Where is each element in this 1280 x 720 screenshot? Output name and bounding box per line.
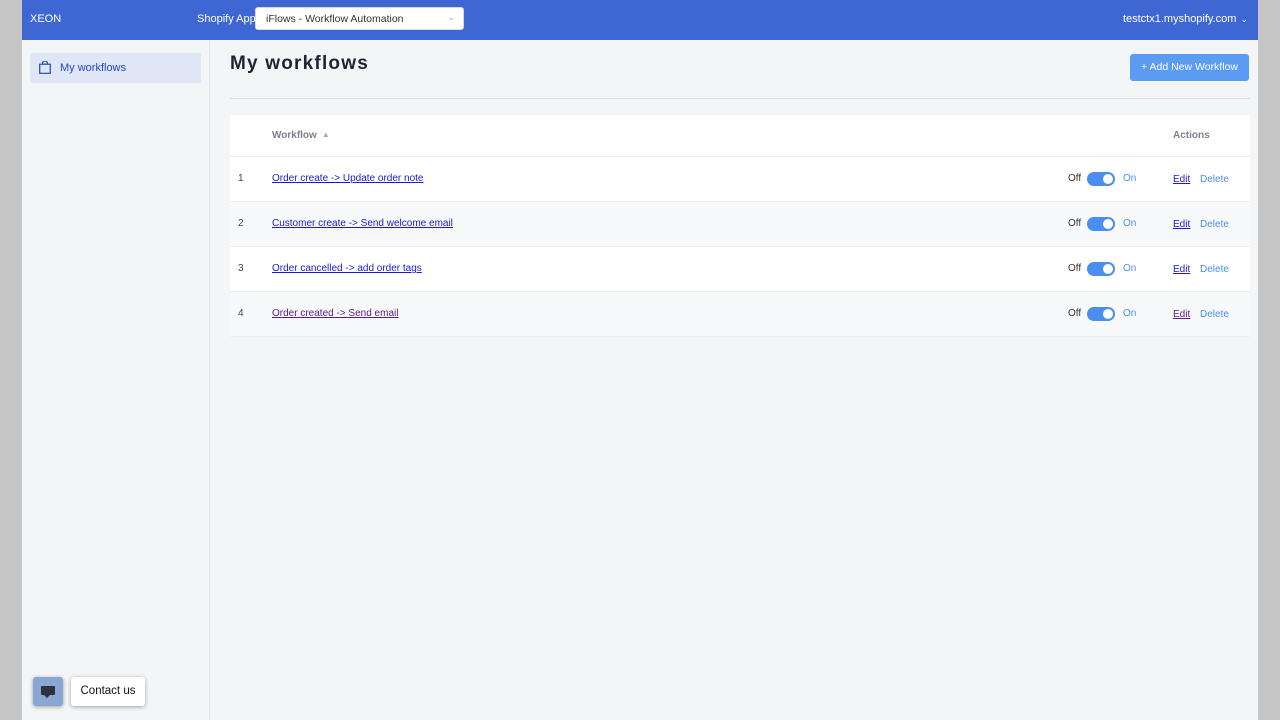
store-menu[interactable]: testctx1.myshopify.com ⌄	[1123, 13, 1248, 25]
delete-link[interactable]: Delete	[1200, 264, 1229, 275]
toggle-on-label: On	[1123, 263, 1137, 274]
table-row: 3 Order cancelled -> add order tags Off …	[230, 247, 1250, 292]
row-number: 2	[238, 218, 244, 229]
sidebar-item-my-workflows[interactable]: My workflows	[30, 53, 201, 83]
table-row: 1 Order create -> Update order note Off …	[230, 157, 1250, 202]
toggle-off-label: Off	[1068, 218, 1082, 229]
edit-link[interactable]: Edit	[1173, 264, 1190, 275]
divider	[230, 98, 1250, 99]
toggle-on-label: On	[1123, 218, 1137, 229]
row-number: 3	[238, 263, 244, 274]
edit-link[interactable]: Edit	[1173, 309, 1190, 320]
sidebar-item-label: My workflows	[60, 62, 127, 74]
toggle-off-label: Off	[1068, 173, 1082, 184]
toggle-switch[interactable]	[1087, 307, 1115, 321]
chat-icon-tail	[44, 695, 50, 698]
chat-icon	[41, 686, 55, 695]
workflow-link[interactable]: Customer create -> Send welcome email	[272, 218, 453, 229]
toggle-on-label: On	[1123, 308, 1137, 319]
top-bar: XEON Shopify App: iFlows - Workflow Auto…	[22, 0, 1258, 40]
delete-link[interactable]: Delete	[1200, 174, 1229, 185]
table-row: 4 Order created -> Send email Off On Edi…	[230, 292, 1250, 337]
sort-icon[interactable]: ▲	[322, 131, 330, 139]
toggle-switch[interactable]	[1087, 172, 1115, 186]
page-title: My workflows	[230, 53, 369, 74]
toggle-knob	[1103, 219, 1113, 229]
workflows-table: Workflow ▲ Actions 1 Order create -> Upda…	[230, 115, 1250, 337]
table-header: Workflow ▲ Actions	[230, 115, 1250, 157]
row-number: 1	[238, 173, 244, 184]
app-select-value: iFlows - Workflow Automation	[266, 13, 404, 25]
chevron-down-icon: ⌄	[1240, 14, 1248, 24]
shopping-bag-icon	[39, 61, 51, 74]
delete-link[interactable]: Delete	[1200, 309, 1229, 320]
column-header-workflow[interactable]: Workflow ▲	[272, 130, 330, 141]
chat-button[interactable]	[33, 677, 63, 706]
add-new-workflow-button[interactable]: + Add New Workflow	[1130, 54, 1249, 81]
app-window: XEON Shopify App: iFlows - Workflow Auto…	[22, 0, 1258, 720]
toggle-switch[interactable]	[1087, 217, 1115, 231]
toggle-switch[interactable]	[1087, 262, 1115, 276]
delete-link[interactable]: Delete	[1200, 219, 1229, 230]
store-name: testctx1.myshopify.com	[1122, 13, 1237, 25]
row-number: 4	[238, 308, 244, 319]
workflow-link[interactable]: Order created -> Send email	[272, 308, 398, 319]
sidebar: My workflows	[22, 40, 210, 720]
toggle-off-label: Off	[1068, 308, 1082, 319]
toggle-off-label: Off	[1068, 263, 1082, 274]
toggle-knob	[1103, 174, 1113, 184]
edit-link[interactable]: Edit	[1173, 174, 1190, 185]
workflow-link[interactable]: Order create -> Update order note	[272, 173, 423, 184]
edit-link[interactable]: Edit	[1173, 219, 1190, 230]
workflow-link[interactable]: Order cancelled -> add order tags	[272, 263, 422, 274]
contact-us-button[interactable]: Contact us	[71, 677, 145, 706]
brand-logo: XEON	[30, 13, 62, 25]
chevron-down-icon: ⌄	[447, 12, 455, 22]
toggle-on-label: On	[1123, 173, 1137, 184]
column-header-actions: Actions	[1173, 130, 1210, 141]
app-select-dropdown[interactable]: iFlows - Workflow Automation ⌄	[255, 7, 464, 30]
toggle-knob	[1103, 309, 1113, 319]
app-select-label: Shopify App:	[197, 13, 259, 25]
table-row: 2 Customer create -> Send welcome email …	[230, 202, 1250, 247]
toggle-knob	[1103, 264, 1113, 274]
